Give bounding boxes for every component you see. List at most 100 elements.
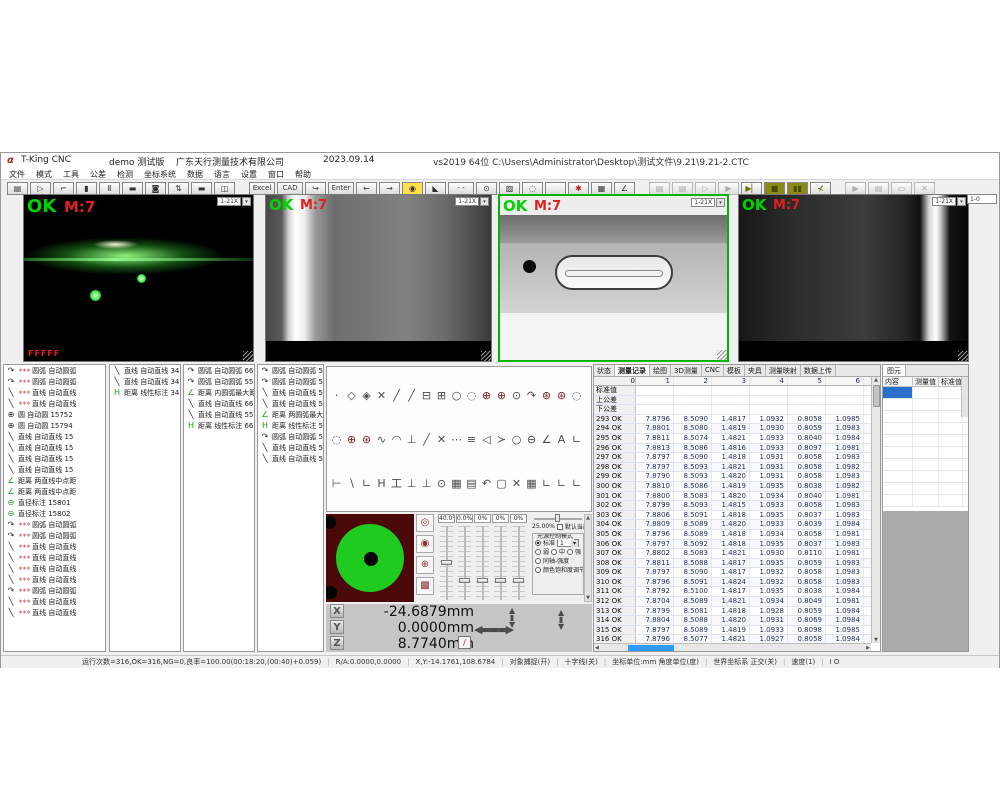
tolerance-row[interactable]: 下公差 xyxy=(594,405,871,415)
ruler-icon[interactable]: Ⅱ xyxy=(99,182,120,195)
level-radio[interactable] xyxy=(551,549,557,555)
hatch-icon[interactable]: ▨ xyxy=(499,182,520,195)
lasso-icon[interactable]: ◌ xyxy=(522,182,543,195)
save-icon[interactable]: ▤ xyxy=(868,182,889,195)
qr-icon[interactable]: ▦ xyxy=(591,182,612,195)
feature-row[interactable]: ╲直线 自动直线 66 xyxy=(184,398,254,409)
tool-icon[interactable]: ▢ xyxy=(494,477,509,490)
tool-icon[interactable]: ⊛ xyxy=(554,389,569,402)
chart-icon[interactable]: ∠ xyxy=(614,182,635,195)
camera-view-1[interactable]: OK M:7 1-21X ▾ FFFFF xyxy=(23,194,254,362)
tool-icon[interactable]: ⊥ xyxy=(404,433,419,446)
camera-view-3-selected[interactable]: OK M:7 1-21X ▾ xyxy=(498,194,729,362)
element-row[interactable] xyxy=(883,435,968,447)
blank-icon[interactable] xyxy=(545,182,566,195)
feature-row[interactable]: ∠距离 两圆弧最大距 xyxy=(258,409,323,420)
feature-row[interactable]: ↷圆弧 自动圆弧 55 xyxy=(258,431,323,442)
feature-row[interactable]: ╲直线 自动直线 15 xyxy=(4,431,105,442)
tool-icon[interactable]: A xyxy=(554,433,569,446)
tool-icon[interactable]: ╱ xyxy=(419,433,434,446)
tool-icon[interactable]: ◇ xyxy=(344,389,359,402)
tab-测量映射[interactable]: 测量映射 xyxy=(766,365,801,376)
tab-夹具[interactable]: 夹具 xyxy=(745,365,766,376)
feature-row[interactable]: ↷圆弧 自动圆弧 55 xyxy=(258,376,323,387)
element-row[interactable] xyxy=(883,387,968,399)
table-row[interactable]: 303 OK7.88068.50911.48181.09350.80371.09… xyxy=(594,511,871,521)
camera4-resize-grip[interactable] xyxy=(958,351,968,361)
default-mode-checkbox[interactable] xyxy=(557,524,563,530)
camera2-mag-select[interactable]: 1-21X xyxy=(455,197,479,206)
tool-icon[interactable]: ○ xyxy=(509,433,524,446)
star-icon[interactable]: ✱ xyxy=(568,182,589,195)
table-row[interactable]: 313 OK7.87998.50811.48181.09280.80591.09… xyxy=(594,607,871,617)
tool-icon[interactable]: ⊙ xyxy=(434,477,449,490)
feature-row[interactable]: ╲直线 自动直线 55 xyxy=(184,409,254,420)
element-row[interactable] xyxy=(883,471,968,483)
toolbar-button-CAD[interactable]: CAD xyxy=(277,182,303,195)
table-row[interactable]: 295 OK7.88118.50741.48211.09330.80401.09… xyxy=(594,434,871,444)
element-row[interactable] xyxy=(883,447,968,459)
element-row[interactable] xyxy=(883,411,968,423)
feature-row[interactable]: ╲直线 自动直线 15 xyxy=(4,464,105,475)
table-row[interactable]: 293 OK7.87968.50901.48171.09320.80581.09… xyxy=(594,415,871,425)
tool-icon[interactable]: ∠ xyxy=(539,433,554,446)
camera1-mag-select[interactable]: 1-21X xyxy=(217,197,241,206)
slider-thumb[interactable] xyxy=(459,578,470,583)
jog-z-arrows-icon[interactable]: ▲▮▼ xyxy=(558,609,564,630)
tool-icon[interactable]: ↷ xyxy=(524,389,539,402)
color-radio[interactable] xyxy=(535,567,541,573)
feature-row[interactable]: ╲直线 自动直线 15 xyxy=(4,442,105,453)
zoom-icon[interactable]: ⊙ xyxy=(476,182,497,195)
menu-item[interactable]: 帮助 xyxy=(295,169,311,180)
standard-radio[interactable] xyxy=(535,540,541,546)
level-radio[interactable] xyxy=(567,549,573,555)
table-row[interactable]: 312 OK7.87048.50891.48211.09340.80491.09… xyxy=(594,597,871,607)
menu-item[interactable]: 设置 xyxy=(241,169,257,180)
table-row[interactable]: 301 OK7.88008.50831.48201.09340.80401.09… xyxy=(594,492,871,502)
move-icon[interactable]: ◫ xyxy=(214,182,235,195)
table-row[interactable]: 307 OK7.88028.50831.48211.09300.81101.09… xyxy=(594,549,871,559)
element-row[interactable] xyxy=(883,483,968,495)
table-row[interactable]: 314 OK7.88048.50881.48201.09310.80691.09… xyxy=(594,616,871,626)
feature-row[interactable]: ↷圆弧 自动圆弧 55 xyxy=(184,376,254,387)
tool-icon[interactable]: ⊕ xyxy=(494,389,509,402)
tool-icon[interactable]: ∟ xyxy=(554,477,569,490)
tool-icon[interactable]: ⊥ xyxy=(419,477,434,490)
tool-icon[interactable]: ◠ xyxy=(389,433,404,446)
feature-row[interactable]: ╲直线 自动直线 55 xyxy=(258,442,323,453)
table-row[interactable]: 294 OK7.88018.50801.48191.09300.80591.09… xyxy=(594,424,871,434)
tool-icon[interactable]: ✕ xyxy=(434,433,449,446)
level-radio[interactable] xyxy=(535,549,541,555)
toolbar-button-- -[interactable]: - - xyxy=(448,182,474,195)
camera3-resize-grip[interactable] xyxy=(717,350,727,360)
camera2-resize-grip[interactable] xyxy=(481,351,491,361)
panel-icon[interactable]: ▬ xyxy=(122,182,143,195)
table-row[interactable]: 308 OK7.88118.50881.48171.09350.80591.09… xyxy=(594,559,871,569)
slope-tool-button[interactable]: ∕ xyxy=(458,636,471,649)
arrow-left-icon[interactable]: ← xyxy=(356,182,377,195)
tool-icon[interactable]: ∟ xyxy=(359,477,374,490)
folder-icon[interactable]: ▷ xyxy=(695,182,716,195)
feature-row[interactable]: H距离 线性标注 66 xyxy=(184,420,254,431)
slider-thumb[interactable] xyxy=(513,578,524,583)
table-row[interactable]: 316 OK7.87968.50771.48211.09270.80581.09… xyxy=(594,635,871,643)
image-icon[interactable]: ◣ xyxy=(425,182,446,195)
jog-vertical-arrows-icon[interactable]: ▲▮▼ xyxy=(509,607,515,628)
backlight-icon[interactable]: ▩ xyxy=(416,577,434,595)
feature-row[interactable]: ↷圆弧 自动圆弧 55 xyxy=(258,365,323,376)
panel2-icon[interactable]: ▬ xyxy=(191,182,212,195)
play-end-icon[interactable]: ▶▏ xyxy=(741,182,762,195)
feature-row[interactable]: ↷∗∗∗圆弧 自动圆弧 xyxy=(4,530,105,541)
element-row[interactable] xyxy=(883,495,968,507)
tool-icon[interactable]: ◁ xyxy=(479,433,494,446)
tab-状态[interactable]: 状态 xyxy=(594,365,615,376)
camera-view-4[interactable]: OK M:7 1-21X ▾ xyxy=(738,194,969,362)
tab-3D测量[interactable]: 3D测量 xyxy=(671,365,702,376)
feature-row[interactable]: ⊕圆 自动圆 15794 xyxy=(4,420,105,431)
tool-icon[interactable]: ≡ xyxy=(464,433,479,446)
table-row[interactable]: 297 OK7.87978.50901.48181.09310.80581.09… xyxy=(594,453,871,463)
feature-row[interactable]: ╲∗∗∗直线 自动直线 xyxy=(4,398,105,409)
feature-row[interactable]: ∠距离 两直线中点距 xyxy=(4,475,105,486)
table-row[interactable]: 315 OK7.87978.50891.48191.09330.80981.09… xyxy=(594,626,871,636)
jog-horizontal-arrows-icon[interactable]: ◀▬▬▬▶ xyxy=(474,623,512,636)
